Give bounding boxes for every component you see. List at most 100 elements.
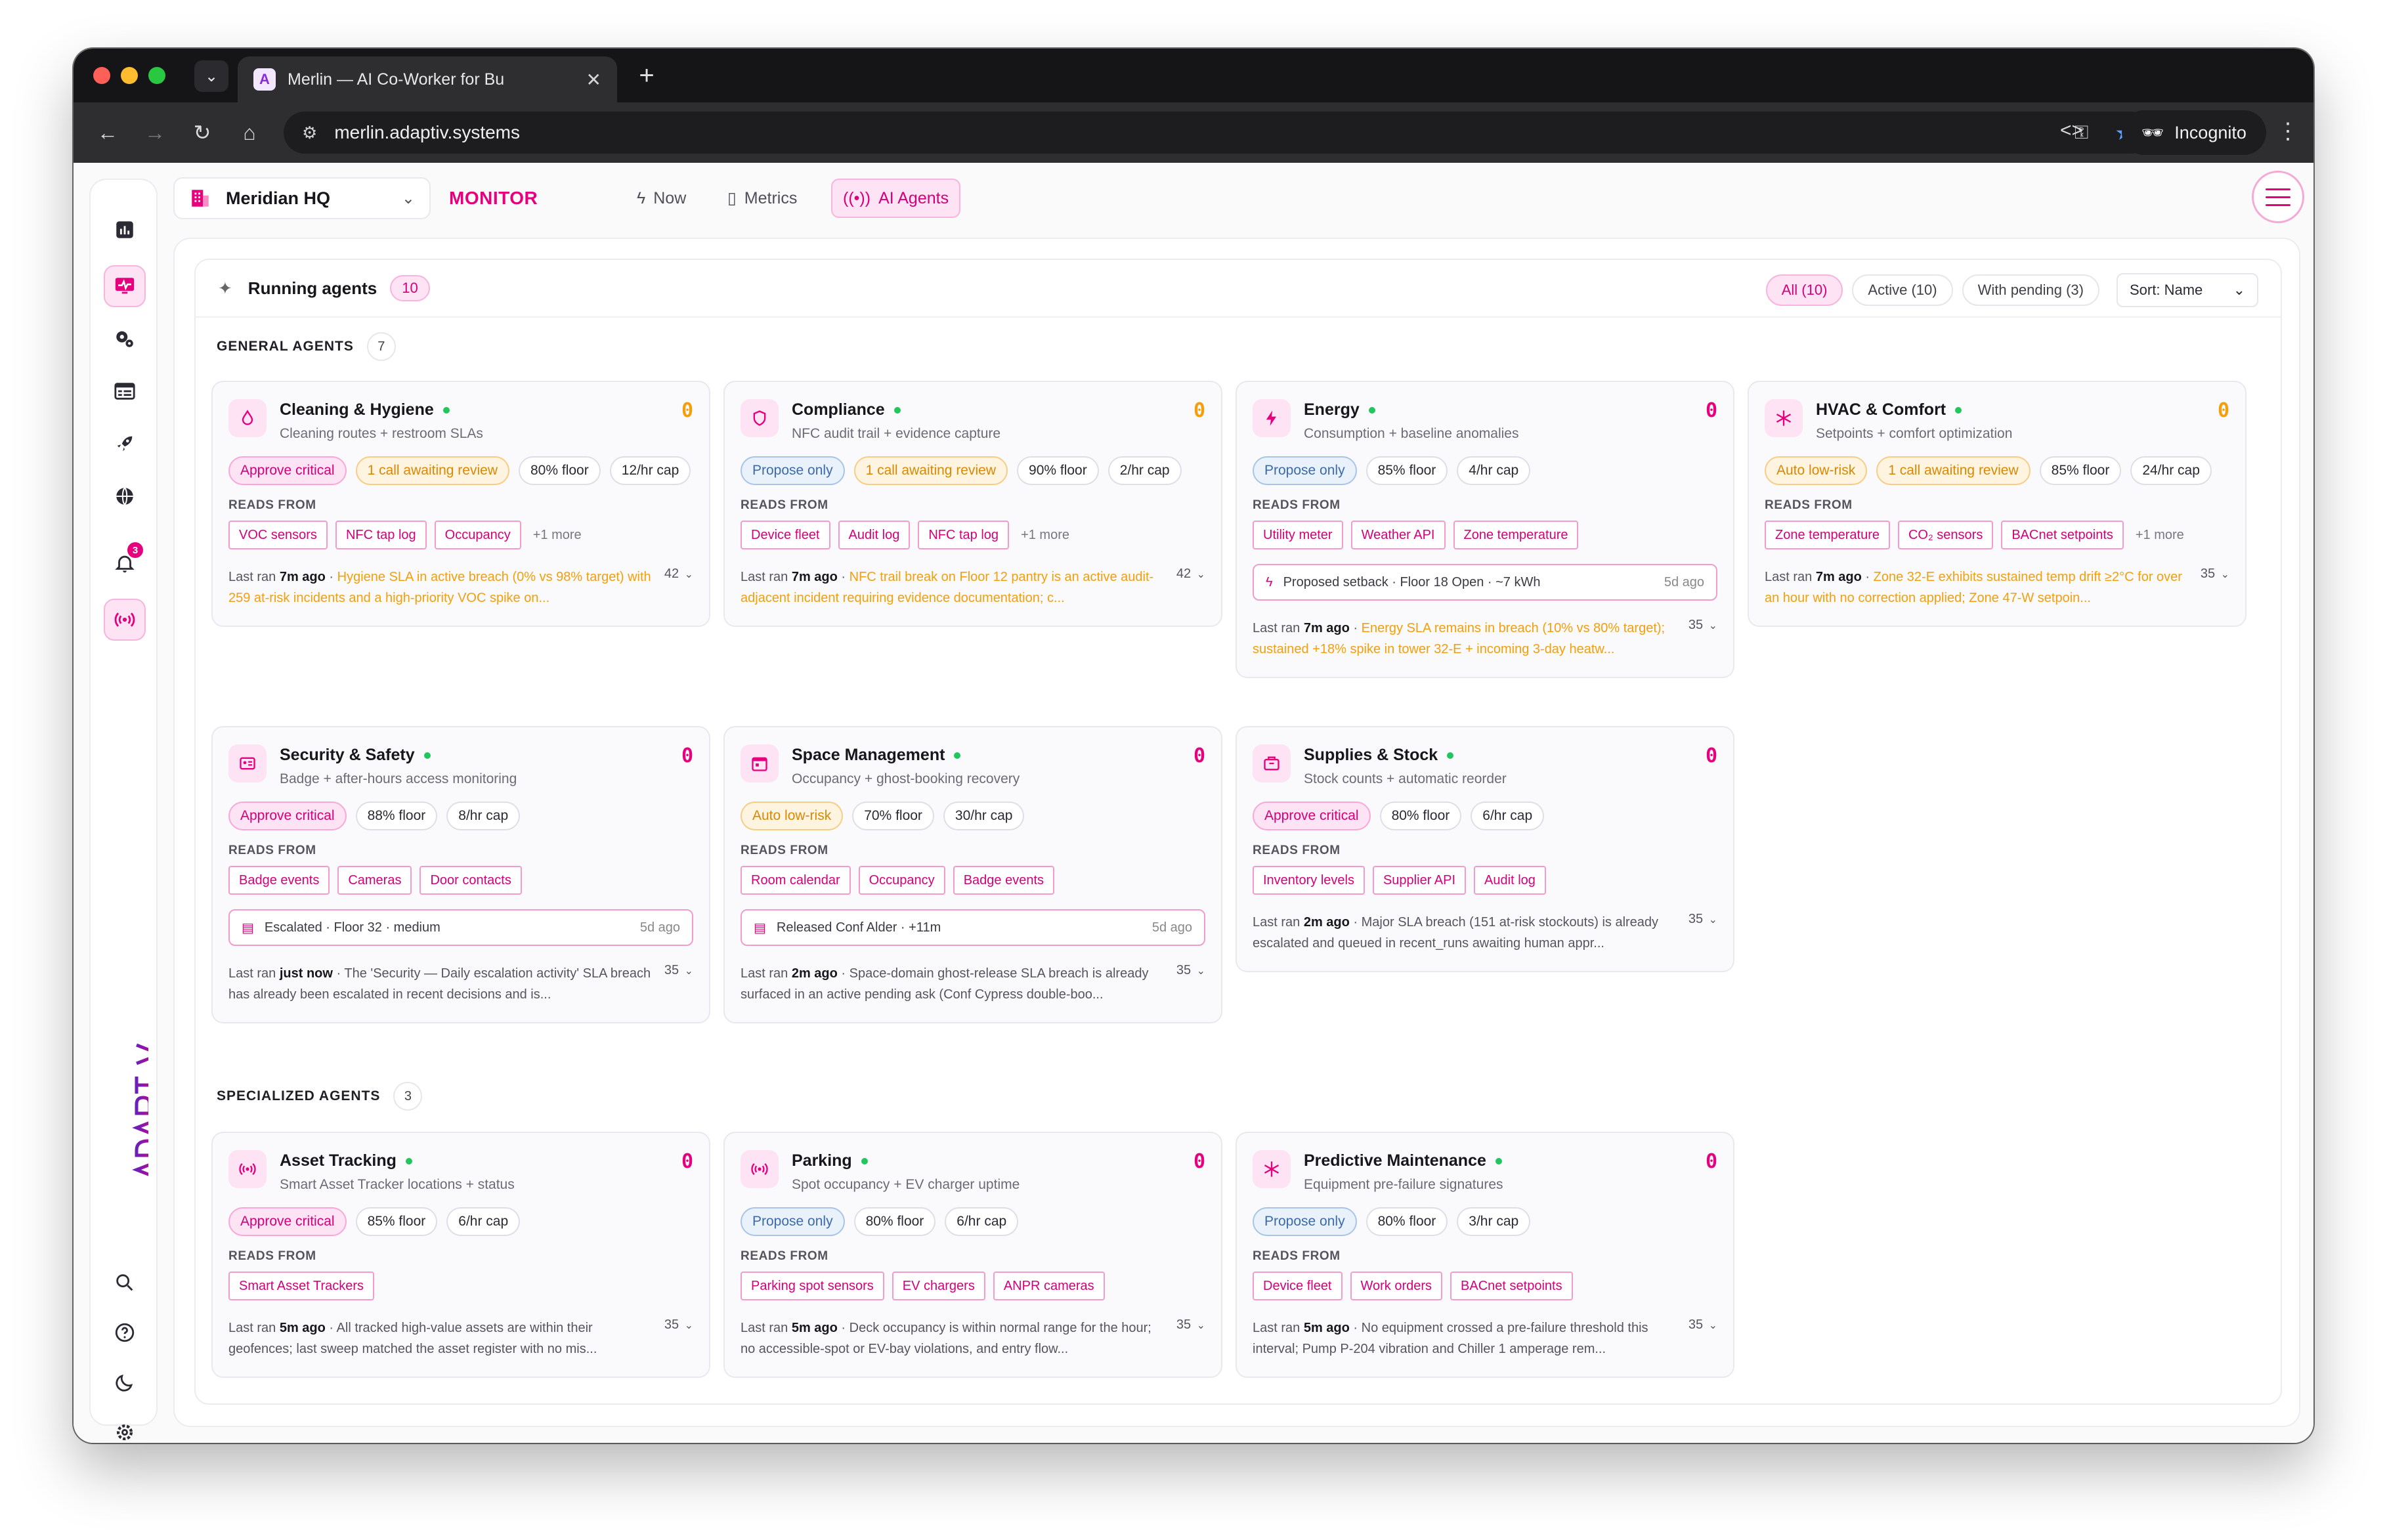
site-selector[interactable]: Meridian HQ ⌄ bbox=[173, 177, 431, 219]
forward-button[interactable]: → bbox=[137, 114, 173, 151]
data-source-tag[interactable]: Inventory levels bbox=[1253, 866, 1365, 895]
filter-all[interactable]: All (10) bbox=[1765, 274, 1843, 306]
home-button[interactable]: ⌂ bbox=[231, 114, 268, 151]
tab-now[interactable]: ϟ Now bbox=[626, 177, 697, 219]
data-source-tag[interactable]: Work orders bbox=[1350, 1272, 1443, 1300]
agent-card[interactable]: Security & Safety Badge + after-hours acc… bbox=[211, 726, 710, 1023]
pending-action-row[interactable]: ▤ Released Conf Alder · +11m 5d ago bbox=[741, 909, 1205, 946]
data-source-tag[interactable]: BACnet setpoints bbox=[2001, 521, 2124, 549]
agent-name: Security & Safety bbox=[280, 746, 517, 765]
run-count-toggle[interactable]: 35 ⌄ bbox=[2201, 567, 2229, 582]
close-tab-icon[interactable]: ✕ bbox=[586, 69, 601, 91]
data-source-tag[interactable]: Badge events bbox=[228, 866, 330, 895]
data-source-tag[interactable]: Utility meter bbox=[1253, 521, 1343, 549]
data-source-tag[interactable]: BACnet setpoints bbox=[1450, 1272, 1573, 1300]
run-count-toggle[interactable]: 35 ⌄ bbox=[664, 963, 693, 978]
browser-menu-icon[interactable]: ⋮ bbox=[2277, 118, 2299, 144]
pending-action-row[interactable]: ▤ Escalated · Floor 32 · medium 5d ago bbox=[228, 909, 693, 946]
site-info-icon[interactable]: ⚙ bbox=[302, 123, 317, 143]
data-source-tag[interactable]: CO₂ sensors bbox=[1897, 521, 1994, 549]
rail-logs-button[interactable] bbox=[104, 370, 146, 412]
agent-card[interactable]: Compliance NFC audit trail + evidence cap… bbox=[723, 381, 1222, 627]
browser-tab[interactable]: A Merlin — AI Co-Worker for Bu ✕ bbox=[238, 56, 617, 102]
data-source-tag[interactable]: EV chargers bbox=[892, 1272, 985, 1300]
data-source-tag[interactable]: Audit log bbox=[838, 521, 911, 549]
maximize-window-button[interactable] bbox=[148, 67, 165, 84]
data-source-tag[interactable]: Occupancy bbox=[434, 521, 521, 549]
policy-chips: Approve critical 80% floor 6/hr cap bbox=[1253, 802, 1717, 830]
data-source-tag[interactable]: Zone temperature bbox=[1765, 521, 1890, 549]
rail-preferences-button[interactable] bbox=[104, 1411, 146, 1443]
rail-notifications-button[interactable]: 3 bbox=[104, 542, 146, 584]
rail-theme-button[interactable] bbox=[104, 1361, 146, 1403]
data-source-tag[interactable]: Badge events bbox=[953, 866, 1055, 895]
tab-metrics[interactable]: ▯ Metrics bbox=[717, 177, 807, 219]
run-count-toggle[interactable]: 35 ⌄ bbox=[1176, 1317, 1205, 1333]
data-source-tag[interactable]: NFC tap log bbox=[335, 521, 427, 549]
reads-from-label: READS FROM bbox=[741, 844, 828, 857]
agent-card[interactable]: Cleaning & Hygiene Cleaning routes + rest… bbox=[211, 381, 710, 627]
tab-ai-agents[interactable]: ((•)) AI Agents bbox=[831, 179, 961, 218]
more-sources-link[interactable]: +1 more bbox=[1021, 528, 1069, 543]
rail-search-button[interactable] bbox=[104, 1262, 146, 1304]
filter-active[interactable]: Active (10) bbox=[1852, 274, 1953, 306]
new-tab-button[interactable]: + bbox=[630, 59, 663, 92]
agent-card[interactable]: Parking Spot occupancy + EV charger uptim… bbox=[723, 1132, 1222, 1378]
minimize-window-button[interactable] bbox=[121, 67, 138, 84]
run-count-toggle[interactable]: 42 ⌄ bbox=[664, 567, 693, 582]
data-source-tag[interactable]: ANPR cameras bbox=[993, 1272, 1105, 1300]
run-count-toggle[interactable]: 35 ⌄ bbox=[664, 1317, 693, 1333]
address-bar[interactable]: ⚙ merlin.adaptiv.systems ⚿ ★ bbox=[284, 112, 2152, 154]
data-source-tag[interactable]: Supplier API bbox=[1372, 866, 1467, 895]
menu-hamburger-button[interactable] bbox=[2252, 171, 2304, 223]
data-source-tag[interactable]: Audit log bbox=[1474, 866, 1546, 895]
agent-card-header: Energy Consumption + baseline anomalies 0 bbox=[1253, 399, 1717, 442]
rail-settings-button[interactable] bbox=[104, 318, 146, 360]
data-source-tag[interactable]: Zone temperature bbox=[1453, 521, 1579, 549]
run-count-toggle[interactable]: 35 ⌄ bbox=[1176, 963, 1205, 978]
back-button[interactable]: ← bbox=[89, 114, 126, 151]
data-source-tag[interactable]: Device fleet bbox=[1253, 1272, 1343, 1300]
sort-select[interactable]: Sort: Name ⌄ bbox=[2117, 273, 2258, 307]
data-source-tag[interactable]: Smart Asset Trackers bbox=[228, 1272, 375, 1300]
tab-search-button[interactable]: ⌄ bbox=[194, 60, 228, 92]
agent-card[interactable]: Space Management Occupancy + ghost-bookin… bbox=[723, 726, 1222, 1023]
data-source-tag[interactable]: VOC sensors bbox=[228, 521, 328, 549]
data-source-tag[interactable]: Device fleet bbox=[741, 521, 830, 549]
rail-launch-button[interactable] bbox=[104, 423, 146, 465]
agent-card[interactable]: Energy Consumption + baseline anomalies 0 P… bbox=[1236, 381, 1734, 678]
data-source-tag[interactable]: Parking spot sensors bbox=[741, 1272, 884, 1300]
data-source-tag[interactable]: Cameras bbox=[337, 866, 412, 895]
more-sources-link[interactable]: +1 more bbox=[2136, 528, 2184, 543]
run-count-toggle[interactable]: 35 ⌄ bbox=[1688, 1317, 1717, 1333]
agent-card[interactable]: HVAC & Comfort Setpoints + comfort optimi… bbox=[1748, 381, 2247, 627]
rail-help-button[interactable] bbox=[104, 1312, 146, 1354]
devtools-code-icon[interactable]: <> bbox=[2060, 119, 2083, 142]
run-count-toggle[interactable]: 42 ⌄ bbox=[1176, 567, 1205, 582]
pending-count: 0 bbox=[1193, 399, 1205, 422]
agent-card[interactable]: Supplies & Stock Stock counts + automatic… bbox=[1236, 726, 1734, 972]
data-source-tag[interactable]: Room calendar bbox=[741, 866, 851, 895]
run-count-toggle[interactable]: 35 ⌄ bbox=[1688, 912, 1717, 927]
policy-chip: 80% floor bbox=[519, 456, 601, 485]
data-source-tag[interactable]: Weather API bbox=[1350, 521, 1446, 549]
agent-card[interactable]: Predictive Maintenance Equipment pre-fail… bbox=[1236, 1132, 1734, 1378]
data-source-tag[interactable]: NFC tap log bbox=[918, 521, 1010, 549]
reads-from-label: READS FROM bbox=[228, 498, 316, 512]
more-sources-link[interactable]: +1 more bbox=[533, 528, 582, 543]
run-count-toggle[interactable]: 35 ⌄ bbox=[1688, 618, 1717, 633]
live-status-dot bbox=[954, 752, 961, 759]
rail-globe-button[interactable] bbox=[104, 475, 146, 517]
close-window-button[interactable] bbox=[93, 67, 110, 84]
url-text[interactable]: merlin.adaptiv.systems bbox=[334, 122, 2075, 143]
incognito-badge[interactable]: 🕶 Incognito bbox=[2122, 110, 2266, 155]
filter-with-pending[interactable]: With pending (3) bbox=[1962, 274, 2099, 306]
data-source-tag[interactable]: Occupancy bbox=[858, 866, 945, 895]
rail-dashboard-button[interactable] bbox=[104, 209, 146, 251]
reload-button[interactable]: ↻ bbox=[184, 114, 221, 151]
rail-monitor-button[interactable] bbox=[104, 265, 146, 307]
data-source-tag[interactable]: Door contacts bbox=[419, 866, 522, 895]
rail-ai-agents-button[interactable] bbox=[104, 599, 146, 641]
agent-card[interactable]: Asset Tracking Smart Asset Tracker locati… bbox=[211, 1132, 710, 1378]
pending-action-row[interactable]: ϟ Proposed setback · Floor 18 Open · ~7 k… bbox=[1253, 564, 1717, 601]
